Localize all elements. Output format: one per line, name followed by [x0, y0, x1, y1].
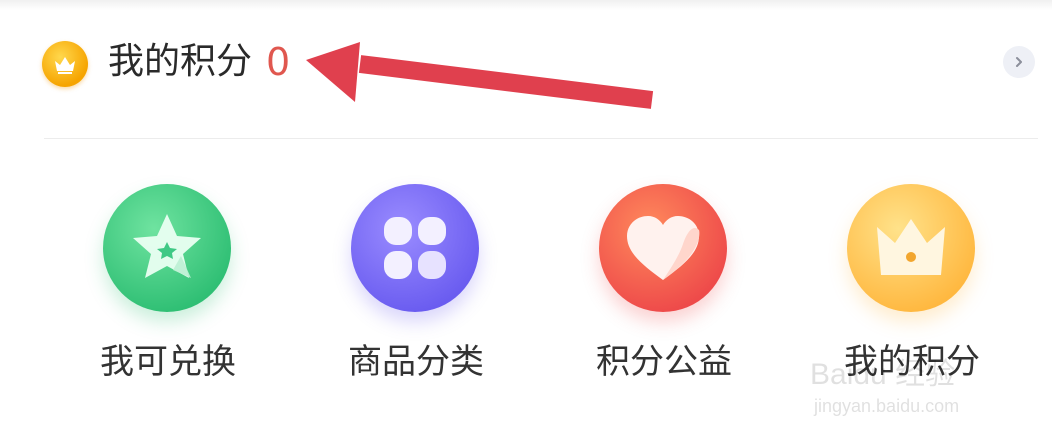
- star-icon: [103, 184, 231, 312]
- crown-icon: [847, 184, 975, 312]
- top-edge: [0, 0, 1052, 10]
- crown-coin-icon: [42, 41, 88, 87]
- heart-icon: [599, 184, 727, 312]
- svg-text:Baidu 经验: Baidu 经验: [810, 358, 955, 391]
- annotation-arrow-icon: [306, 42, 654, 109]
- points-label: 我的积分: [108, 41, 253, 82]
- menu-item-categories[interactable]: 商品分类: [316, 180, 516, 395]
- menu-label: 我可兑换: [100, 342, 236, 382]
- divider: [44, 138, 1038, 139]
- baidu-watermark: Baidu 经验 jingyan.baidu.com: [810, 358, 959, 416]
- points-value: 0: [266, 40, 291, 84]
- menu-label: 商品分类: [348, 342, 484, 382]
- menu-label: 积分公益: [596, 342, 732, 382]
- chevron-right-icon[interactable]: [1003, 46, 1035, 78]
- clover-icon: [351, 184, 479, 312]
- svg-text:jingyan.baidu.com: jingyan.baidu.com: [813, 396, 959, 416]
- menu-item-exchangeable[interactable]: 我可兑换: [68, 180, 268, 395]
- menu-item-charity[interactable]: 积分公益: [564, 180, 764, 395]
